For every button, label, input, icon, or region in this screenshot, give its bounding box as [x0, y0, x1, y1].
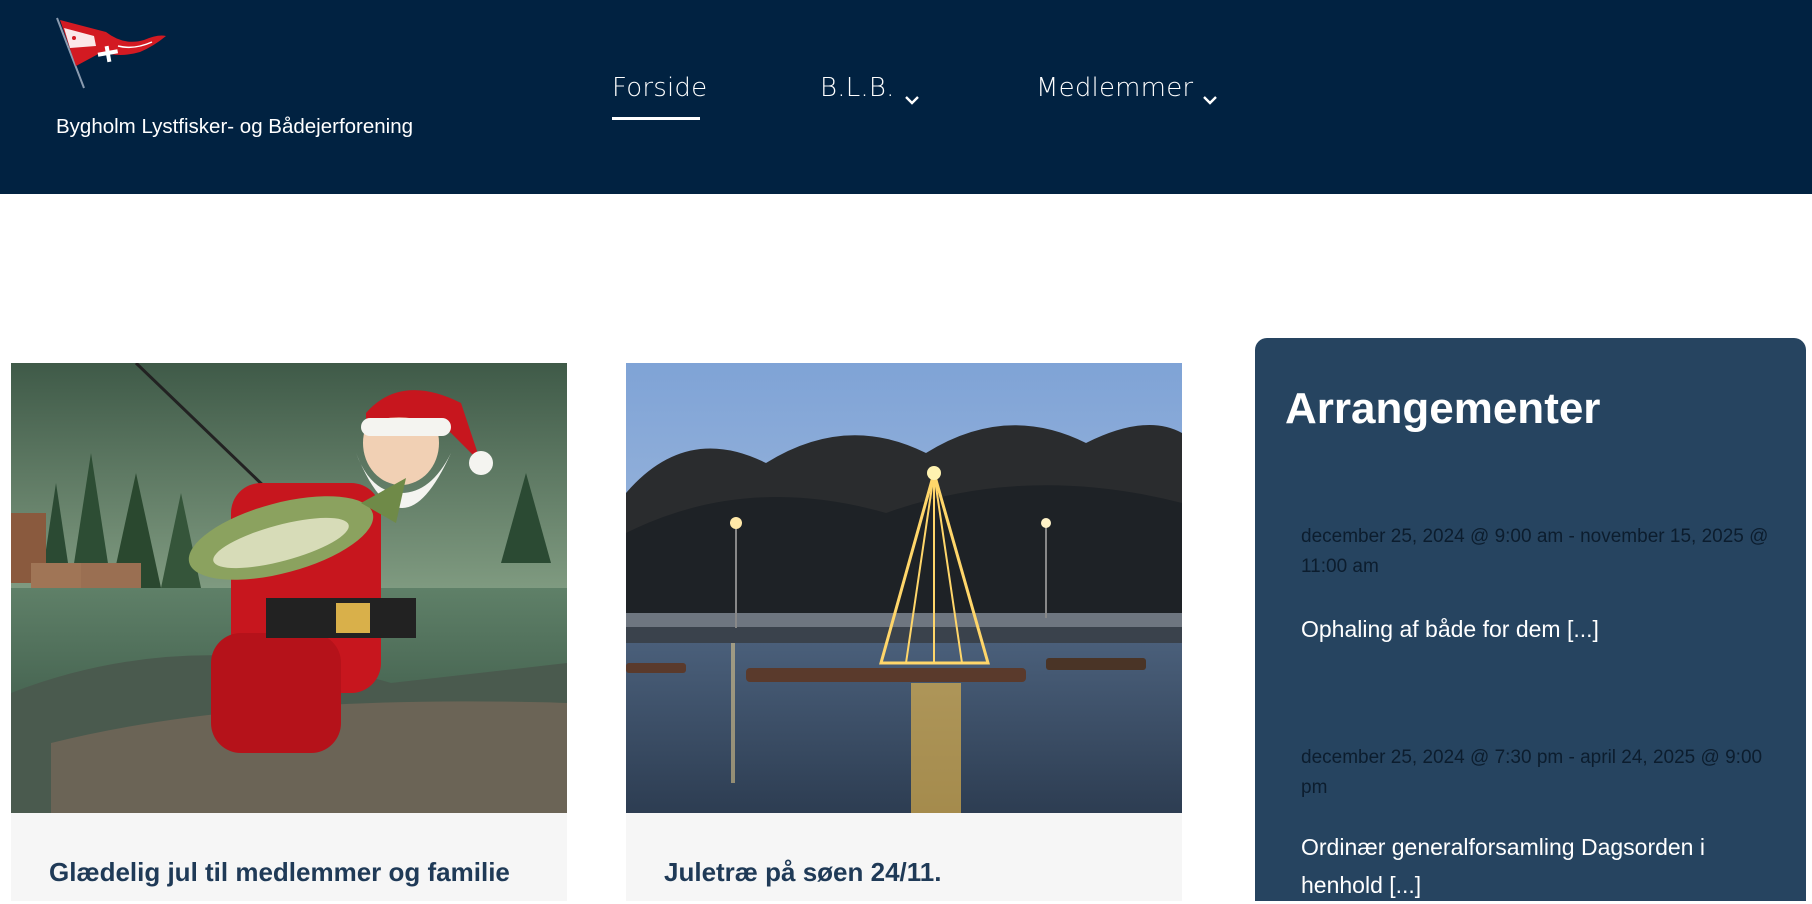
santa-fishing-image[interactable]	[11, 363, 567, 813]
post-card: Glædelig jul til medlemmer og familie	[11, 813, 567, 901]
nav-label: B.L.B.	[820, 73, 895, 103]
post-title[interactable]: Juletræ på søen 24/11.	[664, 857, 941, 888]
nav-item-forside[interactable]: Forside	[612, 73, 707, 103]
event-title-link[interactable]: Ophaling af både for dem [...]	[1301, 610, 1771, 648]
post-card: Juletræ på søen 24/11.	[626, 813, 1182, 901]
nav-item-medlemmer[interactable]: Medlemmer	[1036, 73, 1219, 105]
events-sidebar: Arrangementer december 25, 2024 @ 9:00 a…	[1255, 338, 1806, 901]
christmas-tree-lake-image[interactable]	[626, 363, 1182, 813]
sidebar-title: Arrangementer	[1285, 384, 1601, 433]
nav-label: Medlemmer	[1036, 73, 1194, 103]
event-date: december 25, 2024 @ 7:30 pm - april 24, …	[1301, 747, 1763, 798]
chevron-down-icon	[903, 83, 921, 105]
site-title[interactable]: Bygholm Lystfisker- og Bådejerforening	[56, 115, 413, 139]
event-title-link[interactable]: Ordinær generalforsamling Dagsorden i he…	[1301, 828, 1771, 904]
flag-logo-icon[interactable]	[54, 16, 168, 90]
nav-active-indicator	[612, 117, 700, 120]
site-header: Bygholm Lystfisker- og Bådejerforening F…	[0, 0, 1812, 194]
chevron-down-icon	[1201, 83, 1219, 105]
nav-label: Forside	[612, 73, 708, 103]
post-title[interactable]: Glædelig jul til medlemmer og familie	[49, 857, 510, 888]
event-date: december 25, 2024 @ 9:00 am - november 1…	[1301, 526, 1769, 577]
nav-item-blb[interactable]: B.L.B.	[820, 73, 921, 105]
